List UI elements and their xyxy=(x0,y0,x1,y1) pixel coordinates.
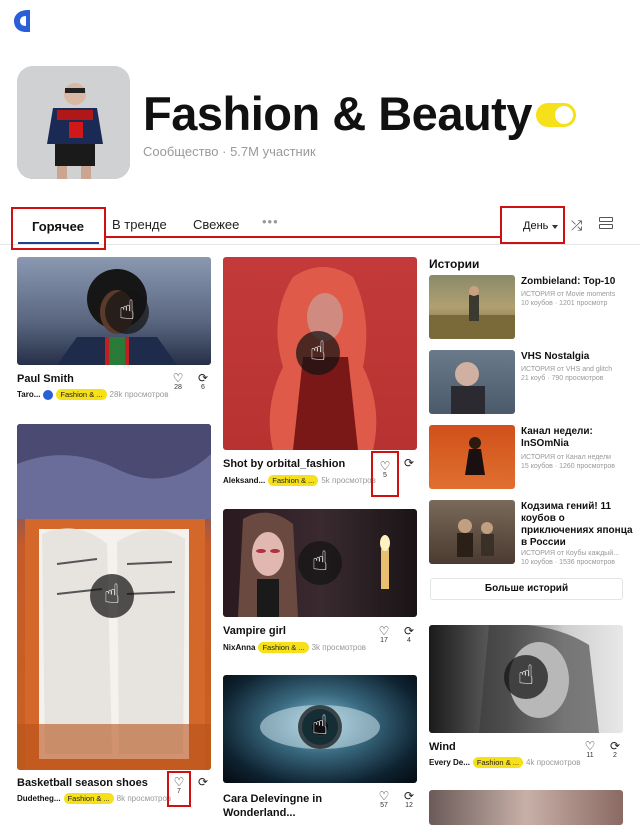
tab-active-underline xyxy=(18,242,99,244)
card-title[interactable]: Paul Smith xyxy=(17,373,74,385)
page-title: Fashion & Beauty xyxy=(143,87,532,140)
card-thumbnail[interactable] xyxy=(223,675,417,783)
like-count: 11 xyxy=(586,752,594,759)
card-title[interactable]: Cara Delevingne in Wonderland... xyxy=(223,792,363,820)
recoub-count: 4 xyxy=(407,637,411,644)
card-author[interactable]: Taro... xyxy=(17,390,40,399)
story-title[interactable]: VHS Nostalgia xyxy=(521,351,633,363)
card-thumbnail[interactable] xyxy=(429,625,623,733)
story-thumbnail[interactable] xyxy=(429,500,515,564)
card-title[interactable]: Vampire girl xyxy=(223,625,286,637)
play-icon xyxy=(504,655,548,699)
card-thumbnail[interactable] xyxy=(429,790,623,825)
recoub-button[interactable]: ⟳ 6 xyxy=(195,371,211,391)
like-count: 7 xyxy=(177,788,181,795)
story-thumbnail[interactable] xyxy=(429,425,515,489)
tab-trending[interactable]: В тренде xyxy=(112,217,167,232)
tab-fresh[interactable]: Свежее xyxy=(193,217,239,232)
stories-heading: Истории xyxy=(429,257,480,271)
card-views: 8k просмотров xyxy=(116,794,172,803)
card-author[interactable]: Every De... xyxy=(429,758,470,767)
card-views: 3k просмотров xyxy=(311,643,367,652)
card-meta: NixAnna Fashion & ... 3k просмотров xyxy=(223,642,366,653)
card-title[interactable]: Basketball season shoes xyxy=(17,777,148,789)
chevron-down-icon xyxy=(552,225,558,229)
card-thumbnail[interactable] xyxy=(223,257,417,450)
sort-period-dropdown[interactable]: День xyxy=(500,206,565,244)
card-views: 5k просмотров xyxy=(321,476,376,485)
like-button[interactable]: ♡ 28 xyxy=(170,371,186,391)
recoub-count: 12 xyxy=(405,802,413,809)
card-meta: Every De... Fashion & ... 4k просмотров xyxy=(429,757,581,768)
card-meta: Taro... Fashion & ... 28k просмотров xyxy=(17,389,168,400)
more-stories-button[interactable]: Больше историй xyxy=(430,578,623,600)
story-title[interactable]: Кодзима гений! 11 коубов о приключениях … xyxy=(521,501,633,549)
story-meta: ИСТОРИЯ от VHS and glitch xyxy=(521,366,613,373)
card-meta: Aleksand... Fashion & ... 5k просмотров xyxy=(223,475,376,486)
recoub-button[interactable]: ⟳ 12 xyxy=(401,789,417,809)
card-views: 4k просмотров xyxy=(526,758,581,767)
card-community-tag[interactable]: Fashion & ... xyxy=(258,642,309,653)
recoub-button[interactable]: ⟳ xyxy=(195,775,211,789)
community-subtitle: Сообщество · 5.7M участник xyxy=(143,144,316,159)
like-button[interactable]: ♡ 17 xyxy=(376,624,392,644)
story-meta: ИСТОРИЯ от Коубы каждый... xyxy=(521,550,619,557)
tab-hot-label: Горячее xyxy=(32,219,85,234)
card-author[interactable]: Aleksand... xyxy=(223,476,265,485)
list-view-icon[interactable] xyxy=(599,217,613,231)
subscribe-toggle[interactable] xyxy=(536,103,576,127)
story-thumbnail[interactable] xyxy=(429,350,515,414)
story-meta: 10 коубов · 1201 просмотр xyxy=(521,300,608,307)
card-thumbnail[interactable] xyxy=(223,509,417,617)
highlight-connector xyxy=(105,236,500,238)
story-meta: ИСТОРИЯ от Канал недели xyxy=(521,454,611,461)
card-community-tag[interactable]: Fashion & ... xyxy=(56,389,107,400)
story-meta: ИСТОРИЯ от Movie moments xyxy=(521,291,616,298)
recoub-count: 2 xyxy=(613,752,617,759)
like-count: 5 xyxy=(383,472,387,479)
card-community-tag[interactable]: Fashion & ... xyxy=(472,757,524,768)
card-community-tag[interactable]: Fashion & ... xyxy=(63,793,114,804)
story-meta: 21 коуб · 790 просмотров xyxy=(521,375,604,382)
card-title[interactable]: Wind xyxy=(429,741,456,753)
card-author[interactable]: Dudetheg... xyxy=(17,794,61,803)
play-icon xyxy=(90,574,134,618)
shuffle-icon[interactable]: ⤮ xyxy=(571,217,582,234)
recoub-button[interactable]: ⟳ xyxy=(401,456,417,470)
verified-icon xyxy=(43,389,54,400)
story-title[interactable]: Канал недели: InSOmNia xyxy=(521,426,633,450)
play-icon xyxy=(298,541,342,585)
recoub-button[interactable]: ⟳ 4 xyxy=(401,624,417,644)
like-button[interactable]: ♡ 11 xyxy=(582,739,598,759)
coub-logo-icon[interactable] xyxy=(12,8,32,34)
card-thumbnail[interactable] xyxy=(17,257,211,365)
card-thumbnail[interactable] xyxy=(17,424,211,770)
card-author[interactable]: NixAnna xyxy=(223,643,255,652)
like-button[interactable]: ♡ 5 xyxy=(371,451,399,497)
card-views: 28k просмотров xyxy=(109,390,169,399)
like-count: 28 xyxy=(174,384,182,391)
card-title[interactable]: Shot by orbital_fashion xyxy=(223,458,345,470)
recoub-count: 6 xyxy=(201,384,205,391)
like-count: 57 xyxy=(380,802,388,809)
like-button[interactable]: ♡ 7 xyxy=(167,771,191,807)
community-avatar xyxy=(17,66,130,179)
story-thumbnail[interactable] xyxy=(429,275,515,339)
card-community-tag[interactable]: Fashion & ... xyxy=(268,475,319,486)
story-meta: 10 коубов · 1536 просмотров xyxy=(521,559,615,566)
card-meta: Dudetheg... Fashion & ... 8k просмотров xyxy=(17,793,171,804)
sort-period-label: День xyxy=(523,220,549,232)
story-title[interactable]: Zombieland: Top-10 xyxy=(521,276,633,288)
tab-hot[interactable]: Горячее xyxy=(11,207,106,250)
tab-more-button[interactable]: ••• xyxy=(262,214,279,229)
like-button[interactable]: ♡ 57 xyxy=(376,789,392,809)
recoub-button[interactable]: ⟳ 2 xyxy=(607,739,623,759)
like-count: 17 xyxy=(380,637,388,644)
play-icon xyxy=(296,331,340,375)
story-meta: 15 коубов · 1260 просмотров xyxy=(521,463,615,470)
play-icon xyxy=(298,705,342,749)
play-icon xyxy=(105,290,149,334)
